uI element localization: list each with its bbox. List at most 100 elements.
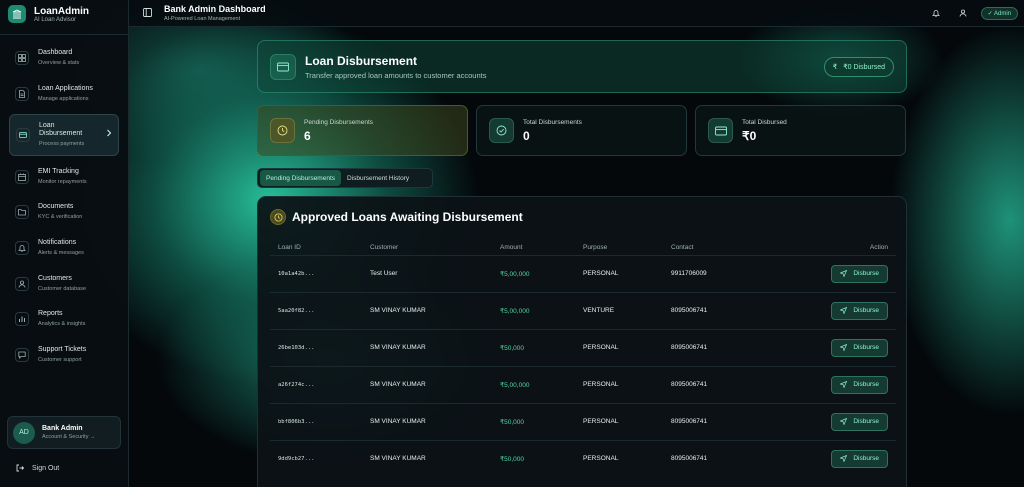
sidebar-item-loan-disbursement[interactable]: Loan Disbursement Process payments <box>9 114 119 157</box>
folder-icon <box>15 205 29 220</box>
loan-id: a26f274c... <box>270 365 362 403</box>
send-icon <box>840 381 848 388</box>
sidebar-item-customers[interactable]: Customers Customer database <box>9 269 119 299</box>
disburse-button[interactable]: Disburse <box>831 301 888 320</box>
loan-amount: ₹5,00,000 <box>492 291 575 329</box>
contact-number: 8095006741 <box>663 439 763 477</box>
column-header: Contact <box>671 244 694 252</box>
customer-name: SM VINAY KUMAR <box>362 439 492 477</box>
check-circle-icon <box>489 118 514 143</box>
sidebar-item-label: Loan Disbursement <box>39 122 83 138</box>
tab-disbursement-history[interactable]: Disbursement History <box>341 170 415 186</box>
sidebar-item-reports[interactable]: Reports Analytics & insights <box>9 304 119 334</box>
brand[interactable]: LoanAdmin AI Loan Advisor <box>0 0 128 28</box>
table-row: 26be103d... SM VINAY KUMAR ₹50,000 PERSO… <box>270 328 896 366</box>
account-name: Bank Admin <box>42 425 83 432</box>
sidebar-item-sub: KYC & verification <box>38 214 83 221</box>
users-icon <box>15 276 29 291</box>
send-icon <box>840 455 848 463</box>
disburse-label: Disburse <box>853 381 879 388</box>
customer-name: Test User <box>362 254 492 292</box>
sidebar-item-sub: Process payments <box>39 141 85 148</box>
table-row: a26f274c... SM VINAY KUMAR ₹5,00,000 PER… <box>270 365 896 403</box>
sidebar-item-label: EMI Tracking <box>38 167 79 175</box>
card-icon <box>16 128 30 143</box>
sidebar-item-support-tickets[interactable]: Support Tickets Customer support <box>9 340 119 370</box>
loan-id: 9dd9cb27... <box>270 439 362 477</box>
disburse-label: Disburse <box>853 307 879 314</box>
sidebar-item-sub: Analytics & insights <box>38 321 86 328</box>
tab-pending-disbursements[interactable]: Pending Disbursements <box>260 170 342 186</box>
divider <box>0 34 128 35</box>
top-header: Bank Admin Dashboard AI-Powered Loan Man… <box>129 0 1024 27</box>
table-row: 5aa20f82... SM VINAY KUMAR ₹5,00,000 VEN… <box>270 291 896 329</box>
logout-icon <box>16 464 24 472</box>
bank-logo-icon <box>8 5 26 23</box>
column-header: Purpose <box>583 244 608 252</box>
sidebar-item-label: Reports <box>38 310 63 318</box>
panel-title: Approved Loans Awaiting Disbursement <box>292 210 523 224</box>
stat-value: 6 <box>304 128 311 143</box>
grid-icon <box>15 51 29 65</box>
stat-card-pending: Pending Disbursements 6 <box>257 105 468 156</box>
sign-out-button[interactable]: Sign Out <box>16 464 59 472</box>
loan-amount: ₹5,00,000 <box>492 254 575 292</box>
send-icon <box>840 418 848 425</box>
column-header: Amount <box>500 244 523 252</box>
disburse-button[interactable]: Disburse <box>831 449 888 468</box>
send-icon <box>840 307 848 314</box>
sidebar-item-documents[interactable]: Documents KYC & verification <box>9 197 119 227</box>
loan-id: 10a1a42b... <box>270 254 362 292</box>
column-header: Customer <box>370 244 399 252</box>
contact-number: 8095006741 <box>663 328 763 366</box>
sidebar-item-sub: Customer database <box>38 285 86 292</box>
sidebar-item-label: Dashboard <box>38 49 73 56</box>
admin-badge[interactable]: ✓ Admin <box>980 6 1018 20</box>
disburse-button[interactable]: Disburse <box>831 375 888 394</box>
loan-amount: ₹5,00,000 <box>492 365 575 403</box>
customer-name: SM VINAY KUMAR <box>362 402 492 440</box>
sidebar-item-label: Customers <box>38 274 72 282</box>
table-row: 9dd9cb27... SM VINAY KUMAR ₹50,000 PERSO… <box>270 439 896 477</box>
sign-out-label: Sign Out <box>32 464 60 472</box>
stat-label: Total Disbursed <box>742 118 787 126</box>
stat-value: 0 <box>523 128 530 143</box>
sidebar-item-notifications[interactable]: Notifications Alerts & messages <box>9 233 119 263</box>
disburse-button[interactable]: Disburse <box>831 412 888 431</box>
chart-icon <box>15 312 29 327</box>
user-icon[interactable] <box>954 4 972 22</box>
avatar: AD <box>13 421 35 444</box>
contact-number: 8095006741 <box>663 291 763 329</box>
loan-purpose: PERSONAL <box>575 365 663 403</box>
bell-icon[interactable] <box>927 4 945 22</box>
loan-id: bbf806b3... <box>270 402 362 440</box>
badge-label: ₹0 Disbursed <box>843 64 885 71</box>
sidebar-item-dashboard[interactable]: Dashboard Overview & stats <box>9 43 119 73</box>
sidebar-item-label: Documents <box>38 203 74 211</box>
disburse-button[interactable]: Disburse <box>831 338 888 357</box>
contact-number: 8095006741 <box>663 402 763 440</box>
loan-purpose: PERSONAL <box>575 439 663 477</box>
loan-amount: ₹50,000 <box>492 328 575 366</box>
sidebar-item-sub: Manage applications <box>38 95 89 102</box>
sidebar-toggle-icon[interactable] <box>143 4 152 22</box>
sidebar-item-label: Loan Applications <box>38 84 93 92</box>
disburse-label: Disburse <box>853 344 879 351</box>
send-icon <box>840 270 848 277</box>
sidebar-item-sub: Overview & stats <box>38 60 80 66</box>
account-card[interactable]: AD Bank Admin Account & Security → <box>7 416 121 449</box>
stat-label: Pending Disbursements <box>304 118 374 126</box>
sidebar-item-loan-applications[interactable]: Loan Applications Manage applications <box>9 79 119 109</box>
clock-icon <box>270 118 295 143</box>
disburse-label: Disburse <box>853 418 879 425</box>
loan-purpose: PERSONAL <box>575 254 663 292</box>
sidebar-item-sub: Customer support <box>38 356 82 363</box>
sidebar-item-sub: Monitor repayments <box>38 178 87 185</box>
sidebar-item-emi-tracking[interactable]: EMI Tracking Monitor repayments <box>9 162 119 192</box>
tab-bar: Pending Disbursements Disbursement Histo… <box>257 168 433 188</box>
sidebar: LoanAdmin AI Loan Advisor Dashboard Overv… <box>0 0 129 487</box>
bell-icon <box>15 240 29 255</box>
customer-name: SM VINAY KUMAR <box>362 291 492 329</box>
loan-purpose: PERSONAL <box>575 402 663 440</box>
disburse-button[interactable]: Disburse <box>831 264 888 283</box>
